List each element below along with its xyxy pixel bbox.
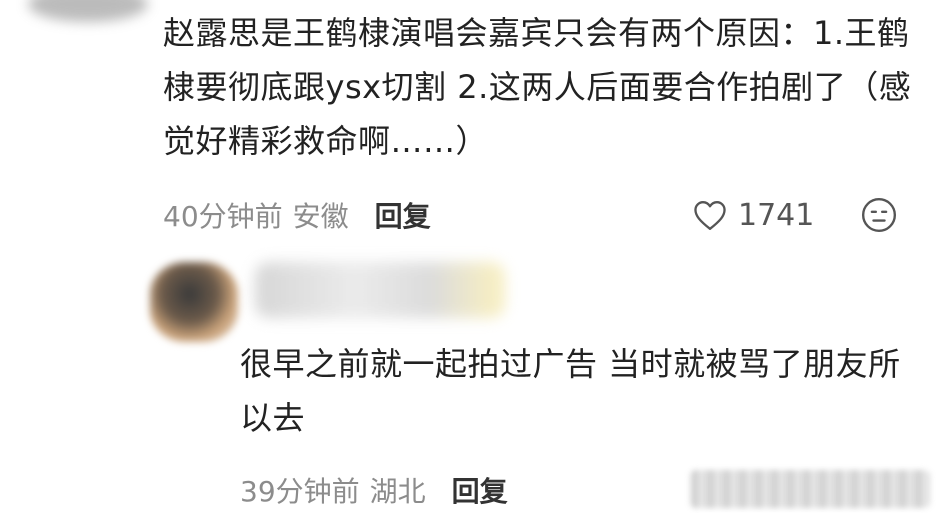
reply-meta: 39分钟前 湖北 回复 (240, 468, 508, 512)
reply-username[interactable] (255, 262, 505, 318)
comment-time: 40分钟前 (163, 200, 283, 233)
reply-text: 很早之前就一起拍过广告 当时就被骂了朋友所以去 (240, 345, 901, 437)
reply-time: 39分钟前 (240, 475, 360, 508)
comment-meta: 40分钟前 安徽 回复 (163, 193, 431, 237)
commenter-avatar[interactable] (28, 0, 148, 22)
like-button[interactable]: 1741 (692, 193, 814, 237)
comment-location: 安徽 (292, 200, 349, 233)
watermark-overlay (690, 470, 930, 508)
comment-reply-button[interactable]: 回复 (375, 195, 431, 235)
reply-location: 湖北 (369, 475, 426, 508)
comment-text: 赵露思是王鹤棣演唱会嘉宾只会有两个原因：1.王鹤棣要彻底跟ysx切割 2.这两人… (163, 14, 912, 160)
reply-avatar[interactable] (150, 262, 238, 342)
reply-reply-button[interactable]: 回复 (452, 470, 508, 510)
like-count: 1741 (738, 197, 815, 233)
heart-outline-icon (694, 201, 726, 230)
face-icon[interactable] (860, 196, 898, 234)
